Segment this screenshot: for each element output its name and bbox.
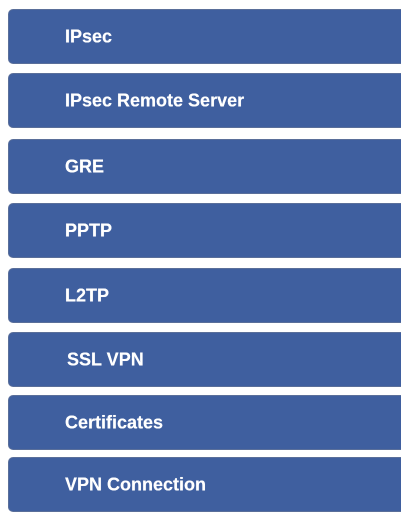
menu-item-label: Certificates (65, 412, 164, 432)
menu-item-certificates[interactable]: Certificates (8, 395, 401, 450)
menu-item-label: GRE (65, 156, 105, 176)
menu-item-pptp[interactable]: PPTP (8, 203, 401, 258)
menu-item-ipsec[interactable]: IPsec (8, 9, 401, 64)
menu-item-ipsec-remote-server[interactable]: IPsec Remote Server (8, 73, 401, 128)
menu-item-label: SSL VPN (67, 349, 144, 369)
menu-item-ssl-vpn[interactable]: SSL VPN (8, 332, 401, 387)
menu-item-gre[interactable]: GRE (8, 139, 401, 194)
menu-item-label: L2TP (65, 285, 110, 305)
menu-item-l2tp[interactable]: L2TP (8, 268, 401, 323)
menu-item-label: IPsec (65, 26, 113, 46)
vpn-menu: IPsec IPsec Remote Server GRE PPTP L2TP … (0, 0, 401, 512)
menu-item-label: PPTP (65, 220, 113, 240)
menu-item-label: IPsec Remote Server (65, 90, 245, 110)
menu-item-label: VPN Connection (65, 474, 207, 494)
menu-item-vpn-connection[interactable]: VPN Connection (8, 457, 401, 512)
